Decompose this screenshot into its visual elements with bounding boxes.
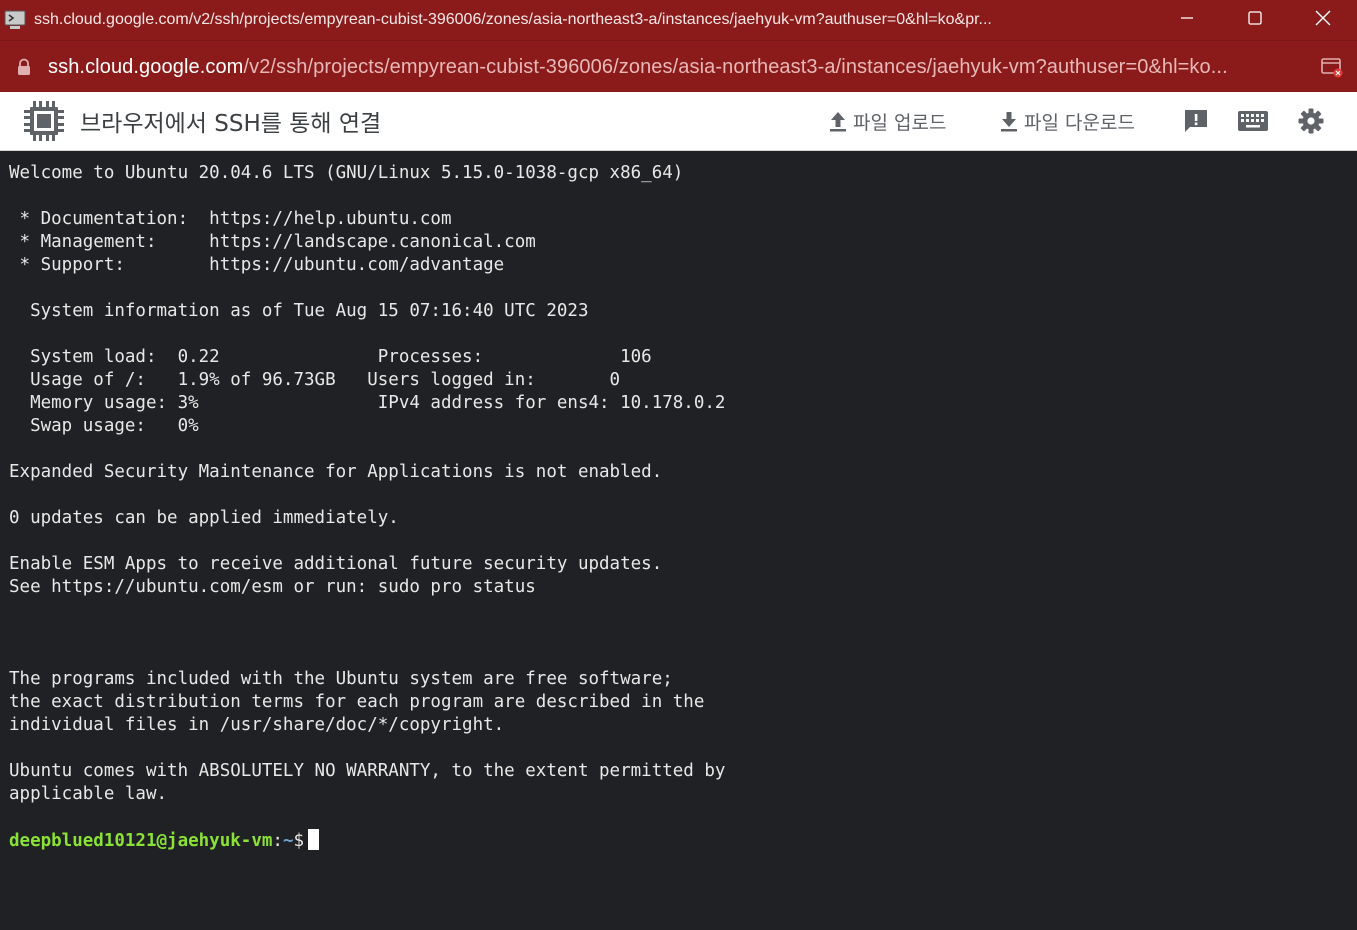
feedback-icon [1185, 110, 1207, 132]
keyboard-button[interactable] [1236, 106, 1270, 136]
download-file-button[interactable]: 파일 다운로드 [998, 106, 1135, 136]
url-text[interactable]: ssh.cloud.google.com/v2/ssh/projects/emp… [48, 56, 1298, 79]
maximize-icon [1248, 11, 1262, 25]
minimize-button[interactable] [1153, 0, 1221, 36]
window-title: ssh.cloud.google.com/v2/ssh/projects/emp… [34, 11, 992, 28]
terminal-output: Welcome to Ubuntu 20.04.6 LTS (GNU/Linux… [9, 163, 726, 804]
prompt-user-host: deepblued10121@jaehyuk-vm [9, 831, 273, 851]
ssh-app-icon [4, 9, 26, 31]
window-titlebar: ssh.cloud.google.com/v2/ssh/projects/emp… [0, 0, 1357, 40]
settings-icon [1298, 108, 1324, 134]
upload-icon [830, 112, 846, 132]
terminal-prompt[interactable]: deepblued10121@jaehyuk-vm:~$ [9, 829, 320, 853]
terminal-area[interactable]: Welcome to Ubuntu 20.04.6 LTS (GNU/Linux… [0, 151, 1357, 930]
upload-label: 파일 업로드 [853, 111, 947, 134]
page-title: 브라우저에서 SSH를 통해 연결 [80, 111, 382, 137]
ssh-toolbar: 브라우저에서 SSH를 통해 연결 파일 업로드 파일 다운로드 [0, 92, 1357, 151]
feedback-button[interactable] [1181, 106, 1211, 136]
close-button[interactable] [1289, 0, 1357, 36]
open-in-app-icon[interactable] [1321, 56, 1343, 78]
prompt-separator: : [272, 831, 283, 851]
settings-button[interactable] [1296, 106, 1326, 136]
address-bar[interactable]: ssh.cloud.google.com/v2/ssh/projects/emp… [0, 40, 1357, 93]
lock-icon [18, 58, 30, 75]
compute-chip-icon [24, 101, 64, 141]
url-host: ssh.cloud.google.com [48, 55, 244, 78]
upload-file-button[interactable]: 파일 업로드 [827, 106, 946, 136]
prompt-symbol: $ [293, 831, 305, 851]
url-path: /v2/ssh/projects/empyrean-cubist-396006/… [243, 55, 1228, 78]
download-label: 파일 다운로드 [1024, 111, 1135, 134]
maximize-button[interactable] [1221, 0, 1289, 36]
terminal-cursor [308, 829, 320, 850]
minimize-icon [1181, 17, 1193, 19]
keyboard-icon [1238, 111, 1268, 131]
download-icon [1001, 112, 1017, 132]
close-icon [1315, 10, 1331, 26]
prompt-path: ~ [282, 831, 294, 851]
